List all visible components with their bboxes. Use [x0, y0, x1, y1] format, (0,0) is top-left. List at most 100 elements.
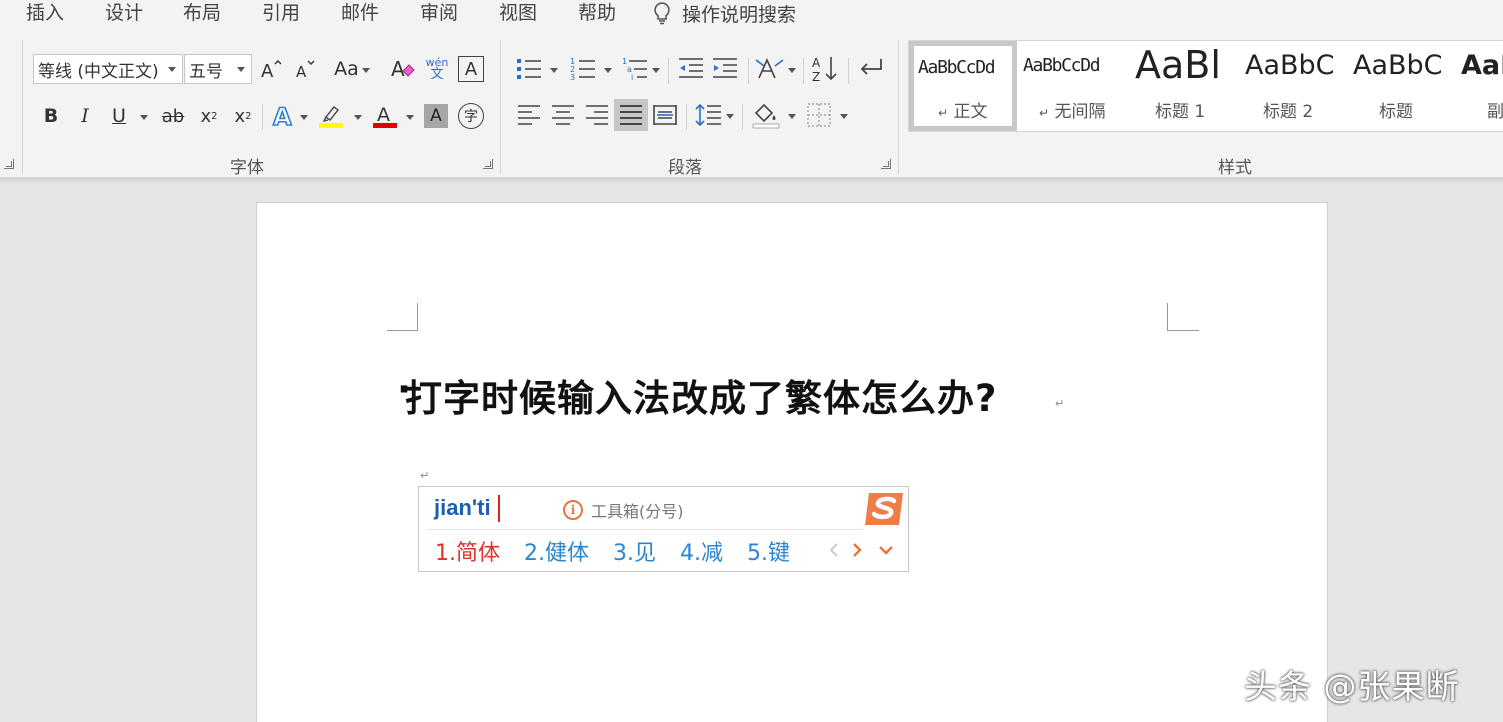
style-heading-1[interactable]: AaBl 标题 1	[1125, 41, 1233, 131]
multilevel-list-icon: 1ai	[622, 57, 647, 82]
menu-mailings[interactable]: 邮件	[341, 1, 379, 25]
menu-design[interactable]: 设计	[105, 1, 143, 25]
sort-button[interactable]: AZ	[810, 54, 840, 84]
paragraph-group-label: 段落	[668, 158, 702, 178]
candidate-5[interactable]: 5.键	[747, 535, 790, 567]
font-color-dropdown-icon[interactable]	[406, 115, 414, 120]
menu-view[interactable]: 视图	[499, 1, 537, 25]
sort-az-icon: AZ	[812, 56, 837, 83]
align-right-icon	[586, 105, 608, 125]
chevron-right-icon[interactable]	[852, 542, 862, 558]
increase-indent-button[interactable]	[710, 54, 740, 84]
change-case-label: Aa	[334, 58, 359, 80]
candidate-3[interactable]: 3.见	[613, 535, 656, 567]
lightbulb-icon	[654, 2, 670, 25]
group-separator	[898, 40, 899, 174]
document-heading[interactable]: · 打字时候输入法改成了繁体怎么办?	[397, 368, 998, 422]
font-size-combo[interactable]: 五号	[184, 54, 252, 84]
chinese-layout-button[interactable]	[754, 54, 786, 84]
font-color-button[interactable]: A	[372, 102, 398, 130]
heading-text: 打字时候输入法改成了繁体怎么办?	[405, 377, 998, 420]
bullet-dot: ·	[397, 368, 413, 411]
style-name: ↵ 无间隔	[1039, 102, 1106, 122]
char-border-button[interactable]: A	[458, 56, 484, 82]
align-left-button[interactable]	[514, 100, 544, 130]
distributed-button[interactable]	[650, 100, 680, 130]
dialog-launcher-icon[interactable]	[4, 159, 14, 169]
candidate-2[interactable]: 2.健体	[524, 535, 589, 567]
clear-formatting-button[interactable]: A	[388, 54, 418, 84]
superscript-button[interactable]: x2	[230, 102, 256, 130]
chevron-left-icon[interactable]	[829, 542, 839, 558]
numbering-button[interactable]: 123	[568, 54, 598, 84]
font-name-combo[interactable]: 等线 (中文正文)	[33, 54, 183, 84]
borders-dropdown-icon[interactable]	[840, 114, 848, 119]
underline-button[interactable]: U	[106, 102, 132, 130]
style-name: 副标	[1487, 102, 1503, 122]
group-separator	[22, 40, 23, 174]
style-title[interactable]: AaBbC 标题	[1341, 41, 1449, 131]
text-effects-button[interactable]: A	[270, 102, 296, 130]
candidate-1[interactable]: 1.简体	[435, 535, 500, 567]
show-marks-button[interactable]	[856, 54, 886, 84]
menu-review[interactable]: 审阅	[420, 1, 458, 25]
bullets-button[interactable]	[514, 54, 544, 84]
document-page[interactable]: · 打字时候输入法改成了繁体怎么办? ↵ ↵	[256, 202, 1328, 722]
info-icon: i	[563, 500, 583, 520]
menu-bar: 插入 设计 布局 引用 邮件 审阅 视图 帮助 操作说明搜索	[0, 0, 1503, 28]
shrink-font-button[interactable]: A	[292, 56, 318, 82]
menu-help[interactable]: 帮助	[578, 1, 616, 25]
strikethrough-button[interactable]: ab	[158, 102, 188, 130]
style-no-spacing[interactable]: AaBbCcDd ↵ 无间隔	[1017, 41, 1125, 131]
numbered-list-icon: 123	[570, 57, 595, 82]
change-case-button[interactable]: Aa	[332, 56, 372, 82]
subscript-label: x	[200, 105, 212, 127]
phonetic-guide-button[interactable]: wén 文	[424, 54, 450, 84]
char-border-icon: A	[464, 58, 478, 80]
text-caret	[498, 495, 500, 522]
bullets-dropdown-icon[interactable]	[550, 68, 558, 73]
menu-insert[interactable]: 插入	[26, 1, 64, 25]
justify-button[interactable]	[614, 99, 648, 131]
menu-references[interactable]: 引用	[262, 1, 300, 25]
align-center-icon	[552, 105, 574, 125]
multilevel-list-button[interactable]: 1ai	[620, 54, 650, 84]
superscript-mark: 2	[245, 110, 252, 122]
ime-toolbox[interactable]: i 工具箱(分号)	[563, 498, 684, 522]
paragraph-dialog-launcher-icon[interactable]	[881, 159, 891, 169]
menu-layout[interactable]: 布局	[183, 1, 221, 25]
font-dialog-launcher-icon[interactable]	[483, 159, 493, 169]
style-subtitle[interactable]: AaI 副标	[1449, 41, 1503, 131]
ime-divider	[427, 529, 863, 530]
enclose-char-button[interactable]: 字	[458, 103, 484, 129]
grow-font-button[interactable]: A	[258, 56, 284, 82]
shading-button[interactable]	[750, 100, 782, 130]
highlight-button[interactable]	[318, 102, 344, 130]
chevron-down-icon[interactable]	[878, 544, 894, 556]
italic-button[interactable]: I	[72, 102, 98, 130]
tell-me-search[interactable]: 操作说明搜索	[652, 1, 796, 26]
subscript-button[interactable]: x2	[196, 102, 222, 130]
bold-button[interactable]: B	[38, 102, 64, 130]
style-normal[interactable]: AaBbCcDd ↵ 正文	[909, 41, 1017, 131]
candidate-4[interactable]: 4.减	[680, 535, 723, 567]
char-shading-button[interactable]: A	[424, 104, 448, 128]
highlight-swatch	[319, 123, 343, 128]
group-separator	[500, 40, 501, 174]
chinese-layout-dropdown-icon[interactable]	[788, 68, 796, 73]
align-right-button[interactable]	[582, 100, 612, 130]
crop-mark-left	[387, 303, 418, 331]
shading-dropdown-icon[interactable]	[788, 114, 796, 119]
align-center-button[interactable]	[548, 100, 578, 130]
underline-dropdown-icon[interactable]	[140, 115, 148, 120]
highlight-dropdown-icon[interactable]	[354, 115, 362, 120]
font-group-label: 字体	[230, 158, 264, 178]
line-spacing-dropdown-icon[interactable]	[726, 114, 734, 119]
borders-button[interactable]	[804, 100, 834, 130]
multilevel-dropdown-icon[interactable]	[652, 68, 660, 73]
text-effects-dropdown-icon[interactable]	[300, 115, 308, 120]
style-heading-2[interactable]: AaBbC 标题 2	[1233, 41, 1341, 131]
decrease-indent-button[interactable]	[676, 54, 706, 84]
line-spacing-button[interactable]	[694, 100, 724, 130]
numbering-dropdown-icon[interactable]	[604, 68, 612, 73]
